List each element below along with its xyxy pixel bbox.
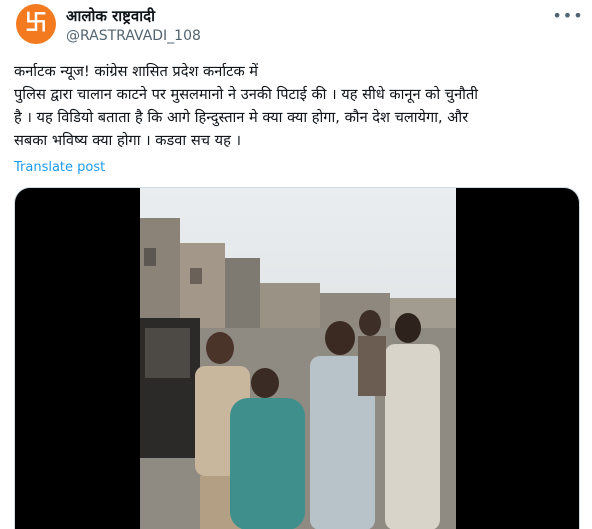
avatar[interactable]: 卐: [16, 4, 56, 44]
video-frame: [140, 188, 456, 529]
translate-post-link[interactable]: Translate post: [14, 160, 105, 175]
more-options-button[interactable]: •••: [552, 6, 582, 25]
author-handle[interactable]: @RASTRAVADI_108: [66, 28, 201, 44]
post-video[interactable]: [14, 187, 580, 529]
post-text: कर्नाटक न्यूज! कांग्रेस शासित प्रदेश कर्…: [14, 63, 479, 149]
author-display-name[interactable]: आलोक राष्ट्रवादी: [66, 6, 155, 26]
more-horizontal-icon: •••: [552, 5, 584, 25]
swastika-icon: 卐: [24, 11, 47, 36]
